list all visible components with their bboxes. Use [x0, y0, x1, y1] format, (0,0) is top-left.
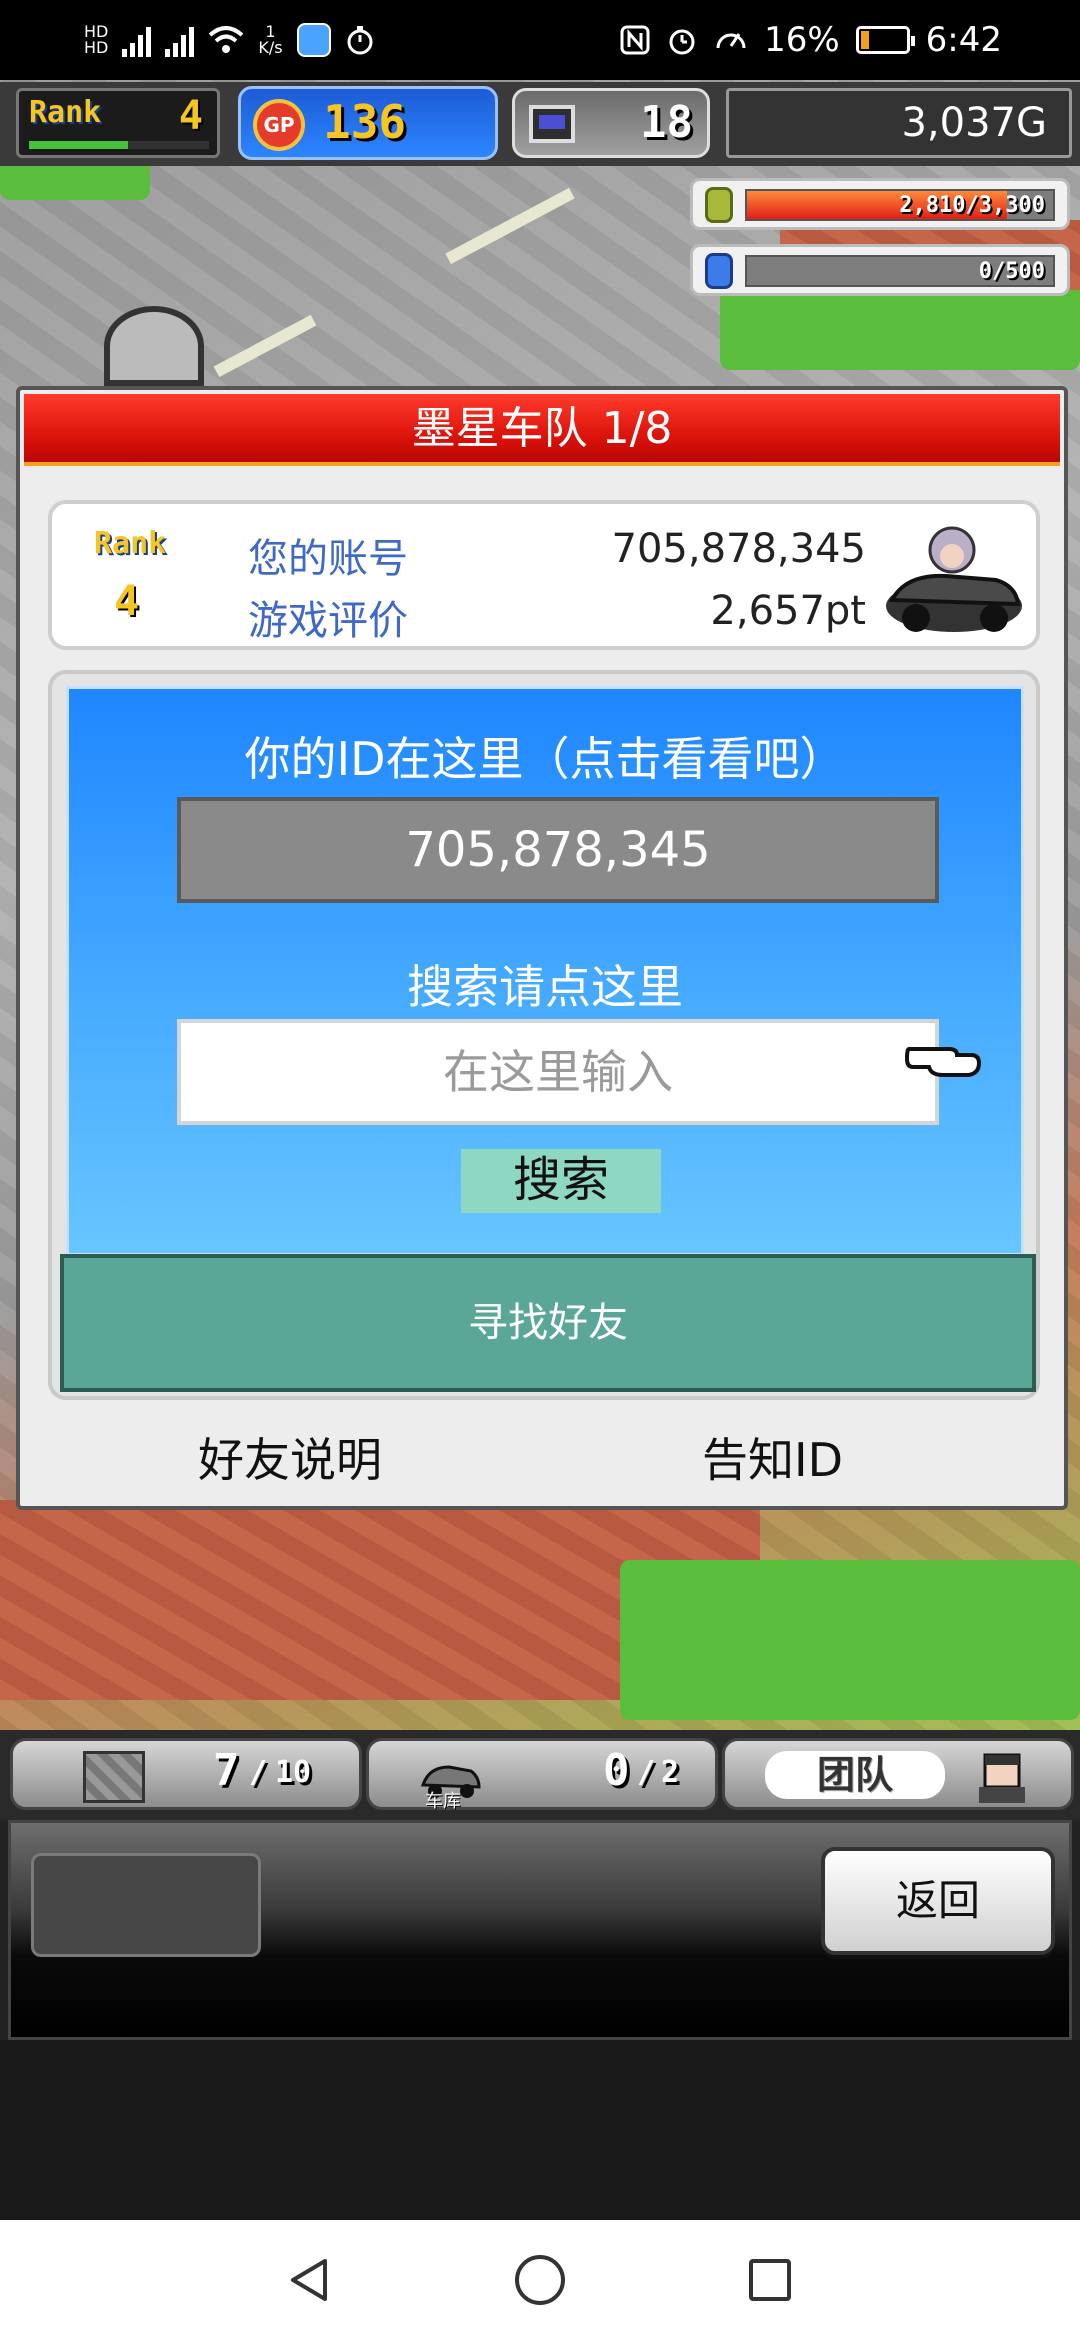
find-friend-button[interactable]: 寻找好友: [60, 1254, 1036, 1392]
hud-research[interactable]: 18: [512, 88, 710, 158]
id-prompt[interactable]: 你的ID在这里（点击看看吧）: [69, 723, 1021, 789]
net-speed: 1 K/s: [258, 24, 282, 56]
garage-count: 0: [603, 1745, 630, 1796]
tank-text: 0/500: [978, 259, 1045, 284]
nav-back-icon[interactable]: [280, 2250, 340, 2310]
team-label: 团队: [765, 1751, 945, 1799]
tab-team[interactable]: 团队: [722, 1738, 1074, 1810]
clock-time: 6:42: [925, 20, 1002, 60]
account-label: 您的账号: [248, 536, 408, 582]
search-panel: 你的ID在这里（点击看看吧） 705,878,345 搜索请点这里 在这里输入 …: [48, 670, 1040, 1400]
parts-max: 10: [275, 1755, 312, 1790]
net-speed-unit: K/s: [258, 38, 283, 57]
rank-logo: Rank: [29, 95, 102, 130]
signal-2-icon: [165, 23, 195, 57]
rank-progress-fill: [29, 141, 128, 149]
parts-slash: /: [249, 1755, 268, 1790]
computer-icon: [529, 105, 575, 143]
share-id-link[interactable]: 告知ID: [702, 1424, 843, 1490]
rating-value: 2,657pt: [710, 588, 866, 634]
rank-value: 4: [178, 93, 203, 139]
status-bar: HD HD 1 K/s 16% 6:42: [0, 0, 1080, 80]
fuel-resource[interactable]: 2,810/3,300: [690, 178, 1070, 230]
tire-sign-icon: [104, 306, 204, 386]
search-button[interactable]: 搜索: [461, 1149, 661, 1213]
tab-garage[interactable]: 车库 0 / 2: [366, 1738, 718, 1812]
nav-recents-icon[interactable]: [740, 2250, 800, 2310]
road-marking: [445, 187, 575, 265]
car-avatar-icon: [886, 526, 1022, 632]
rating-label: 游戏评价: [248, 598, 408, 644]
dialog-title: 墨星车队 1/8: [24, 394, 1060, 466]
garage-slash: /: [637, 1755, 656, 1790]
mechanic-icon: [979, 1753, 1025, 1803]
parts-count: 7: [213, 1745, 240, 1796]
alarm-icon: [669, 29, 695, 55]
nfc-icon: [620, 25, 650, 55]
fuel-can-icon: [705, 187, 733, 223]
battery-percent: 16%: [764, 20, 840, 60]
tab-parts[interactable]: 7 / 10: [10, 1738, 362, 1810]
stopwatch-icon: [347, 26, 373, 55]
empty-slot[interactable]: [31, 1853, 261, 1957]
parts-crate-icon: [83, 1751, 145, 1803]
bottom-tabs: 7 / 10 车库 0 / 2 团队: [0, 1730, 1080, 1820]
hud-rank[interactable]: Rank 4: [16, 88, 220, 158]
wifi-icon: [209, 26, 244, 53]
garage-label: 车库: [425, 1791, 461, 1812]
road-marking: [213, 314, 317, 378]
info-rank-value: 4: [114, 576, 140, 625]
blank-area: [0, 2040, 1080, 2220]
gp-value: 136: [323, 95, 407, 149]
fuel-text: 2,810/3,300: [899, 193, 1045, 218]
friend-help-link[interactable]: 好友说明: [198, 1424, 382, 1490]
rank-progress-bar: [29, 141, 209, 149]
account-value: 705,878,345: [611, 526, 866, 572]
tank-icon: [705, 253, 733, 289]
research-value: 18: [640, 97, 693, 148]
tank-resource[interactable]: 0/500: [690, 244, 1070, 296]
search-input[interactable]: 在这里输入: [177, 1019, 939, 1125]
grass-patch: [620, 1560, 1080, 1720]
search-inner: 你的ID在这里（点击看看吧） 705,878,345 搜索请点这里 在这里输入 …: [66, 686, 1024, 1256]
system-nav-bar: [0, 2220, 1080, 2340]
garage-max: 2: [661, 1755, 680, 1790]
bottom-panel: 返回: [8, 1820, 1072, 2040]
search-prompt: 搜索请点这里: [407, 960, 683, 1014]
nav-home-icon[interactable]: [510, 2250, 570, 2310]
speed-icon: [716, 33, 746, 49]
pointing-hand-icon: [905, 1047, 982, 1077]
money-display[interactable]: 3,037G: [726, 88, 1072, 158]
app-notification-icon: [296, 23, 331, 57]
status-right: 16% 6:42: [620, 10, 1002, 70]
player-info-card: Rank 4 您的账号 705,878,345 游戏评价 2,657pt: [48, 500, 1040, 650]
signal-1-icon: [122, 23, 152, 57]
battery-icon: [855, 26, 915, 54]
gp-coin-icon: GP: [253, 99, 305, 151]
info-rank-logo: Rank: [94, 526, 167, 561]
team-dialog: 墨星车队 1/8 Rank 4 您的账号 705,878,345 游戏评价 2,…: [16, 386, 1068, 1510]
my-id-box[interactable]: 705,878,345: [177, 797, 939, 903]
hud-gp[interactable]: GP 136: [238, 86, 498, 160]
status-left: HD HD 1 K/s: [84, 10, 375, 70]
top-hud: Rank 4 GP 136 18 3,037G: [0, 82, 1080, 166]
back-button[interactable]: 返回: [821, 1847, 1055, 1955]
hd-indicator: HD HD: [84, 22, 109, 57]
